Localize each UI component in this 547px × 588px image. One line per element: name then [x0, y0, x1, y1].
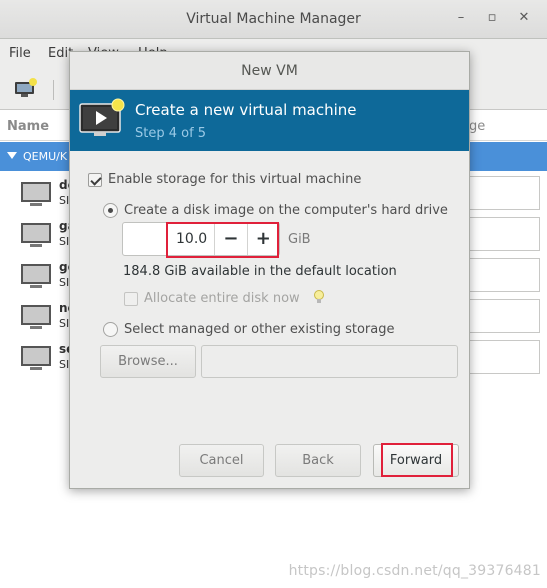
select-existing-label[interactable]: Select managed or other existing storage [124, 322, 394, 337]
monitor-icon [21, 264, 51, 288]
cpu-usage-graph [467, 258, 540, 292]
cpu-usage-graph [467, 299, 540, 333]
select-existing-radio[interactable] [103, 322, 118, 337]
increment-button[interactable]: + [246, 223, 279, 255]
column-cpu-usage[interactable]: ge [469, 119, 485, 134]
back-button[interactable]: Back [275, 444, 361, 477]
window-titlebar: Virtual Machine Manager – ▫ ✕ [0, 0, 547, 39]
enable-storage-label[interactable]: Enable storage for this virtual machine [108, 172, 361, 187]
storage-path-input[interactable] [201, 345, 458, 378]
browse-button[interactable]: Browse... [100, 345, 196, 378]
enable-storage-checkbox[interactable] [88, 172, 102, 187]
vm-status: SI [59, 358, 70, 371]
vm-status: SI [59, 194, 70, 207]
cpu-usage-graph [467, 340, 540, 374]
new-vm-icon [79, 98, 125, 136]
disk-size-input[interactable]: 10.0 [123, 223, 214, 255]
new-vm-icon[interactable] [14, 78, 38, 98]
wizard-header: Create a new virtual machine [135, 101, 357, 119]
decrement-button[interactable]: − [214, 223, 246, 255]
new-vm-dialog: New VM Create a new virtual machine Step… [69, 51, 470, 489]
vm-status: SI [59, 276, 70, 289]
create-disk-row[interactable]: Create a disk image on the computer's ha… [103, 203, 448, 218]
dialog-titlebar: New VM [70, 52, 469, 90]
allocate-disk-checkbox[interactable] [124, 291, 138, 306]
forward-button[interactable]: Forward [373, 444, 459, 477]
close-button[interactable]: ✕ [516, 10, 532, 26]
select-existing-row[interactable]: Select managed or other existing storage [103, 322, 394, 337]
maximize-button[interactable]: ▫ [484, 10, 500, 26]
allocate-row: Allocate entire disk now [124, 291, 300, 306]
menu-file[interactable]: File [9, 46, 31, 61]
monitor-icon [21, 182, 51, 206]
disk-size-stepper[interactable]: 10.0 − + [122, 222, 280, 256]
toolbar-separator [53, 80, 54, 100]
monitor-icon [21, 305, 51, 329]
connection-label: QEMU/K [23, 150, 68, 163]
expand-arrow-icon[interactable] [7, 152, 17, 159]
wizard-step: Step 4 of 5 [135, 126, 207, 141]
cpu-usage-graph [467, 217, 540, 251]
wizard-banner: Create a new virtual machine Step 4 of 5 [70, 90, 469, 151]
monitor-icon [21, 223, 51, 247]
create-disk-label[interactable]: Create a disk image on the computer's ha… [124, 203, 448, 218]
enable-storage-row[interactable]: Enable storage for this virtual machine [88, 172, 361, 187]
available-space-text: 184.8 GiB available in the default locat… [123, 264, 397, 279]
minimize-button[interactable]: – [453, 10, 469, 26]
create-disk-radio[interactable] [103, 203, 118, 218]
cancel-button[interactable]: Cancel [179, 444, 264, 477]
watermark: https://blog.csdn.net/qq_39376481 [288, 563, 541, 579]
vm-status: SI [59, 235, 70, 248]
cpu-usage-graph [467, 176, 540, 210]
vm-status: SI [59, 317, 70, 330]
lightbulb-icon [314, 290, 324, 303]
allocate-disk-label: Allocate entire disk now [144, 291, 300, 306]
disk-size-unit: GiB [288, 232, 311, 247]
dialog-title: New VM [241, 63, 298, 79]
column-name[interactable]: Name [7, 119, 49, 134]
monitor-icon [21, 346, 51, 370]
